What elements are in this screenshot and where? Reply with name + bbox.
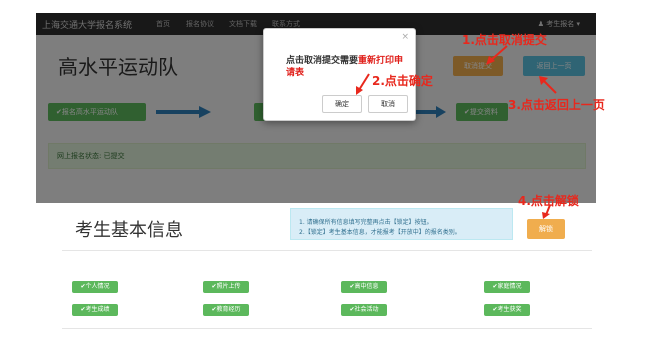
tag-personal-info[interactable]: ✔个人情况 [72, 281, 118, 293]
tag-label: 考生获奖 [497, 306, 522, 313]
info-alert: 1. 请确保所有信息填写完整再点击【锁定】按钮。 2.【锁定】考生基本信息，才能… [290, 208, 513, 240]
tag-scores[interactable]: ✔考生成绩 [72, 304, 118, 316]
tag-label: 社会活动 [354, 306, 379, 313]
tag-label: 家庭情况 [497, 283, 522, 290]
dialog-message-text: 点击取消提交需要 [286, 56, 359, 66]
tag-label: 照片上传 [216, 283, 241, 290]
tag-education[interactable]: ✔教育经历 [203, 304, 249, 316]
tag-label: 教育经历 [216, 306, 241, 313]
annotation-step-2: 2.点击确定 [372, 74, 433, 88]
tag-family[interactable]: ✔家庭情况 [484, 281, 530, 293]
tag-high-school[interactable]: ✔高中信息 [341, 281, 387, 293]
annotation-arrow-3 [539, 76, 557, 94]
tag-label: 个人情况 [85, 283, 110, 290]
tag-photo-upload[interactable]: ✔照片上传 [203, 281, 249, 293]
annotation-arrow-4 [542, 204, 551, 219]
info-line-2: 2.【锁定】考生基本信息，才能报考【开放中】的报名类别。 [299, 229, 461, 236]
annotation-step-3: 3.点击返回上一页 [508, 98, 605, 112]
tag-label: 考生成绩 [85, 306, 110, 313]
ok-button[interactable]: 确定 [322, 95, 362, 113]
section-title: 考生基本信息 [75, 220, 183, 241]
tag-label: 高中信息 [354, 283, 379, 290]
divider [62, 250, 592, 251]
close-icon[interactable]: × [401, 32, 409, 42]
tag-activities[interactable]: ✔社会活动 [341, 304, 387, 316]
annotation-arrow-1 [486, 45, 508, 65]
dialog-cancel-button[interactable]: 取消 [368, 95, 408, 113]
divider [62, 328, 592, 329]
unlock-button[interactable]: 解锁 [527, 219, 565, 239]
tag-awards[interactable]: ✔考生获奖 [484, 304, 530, 316]
info-line-1: 1. 请确保所有信息填写完整再点击【锁定】按钮。 [299, 219, 433, 226]
annotation-arrow-2 [356, 73, 370, 95]
